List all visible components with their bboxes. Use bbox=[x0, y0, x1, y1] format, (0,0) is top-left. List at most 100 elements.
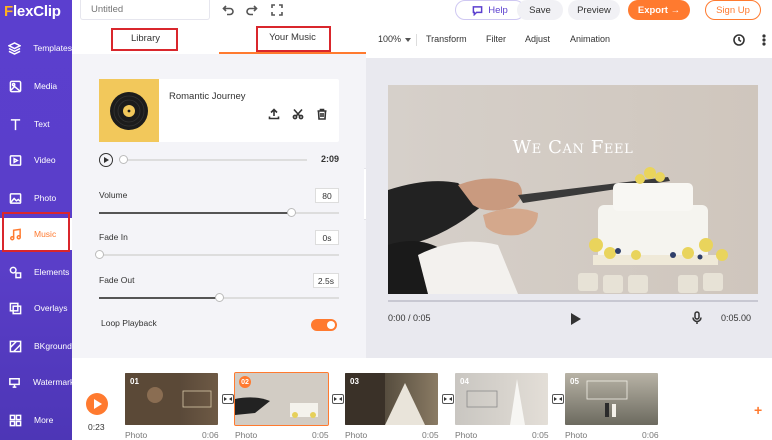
sidebar-item-templates[interactable]: Templates bbox=[0, 32, 72, 64]
tab-library[interactable]: Library bbox=[72, 22, 219, 54]
wedding-cake-photo bbox=[388, 85, 758, 294]
fade-in-label: Fade In bbox=[99, 232, 128, 242]
sidebar-item-video[interactable]: Video bbox=[0, 144, 72, 176]
video-caption-text[interactable]: We Can Feel bbox=[388, 137, 758, 158]
preview-button[interactable]: Preview bbox=[568, 0, 620, 20]
track-progress-bar[interactable] bbox=[121, 159, 307, 161]
clip-duration: 0:05 bbox=[422, 430, 439, 440]
transition-button[interactable] bbox=[222, 394, 234, 404]
fade-out-label: Fade Out bbox=[99, 275, 135, 285]
clip-number: 03 bbox=[350, 377, 359, 386]
fade-in-slider-handle[interactable] bbox=[95, 250, 104, 259]
music-track-card[interactable]: Romantic Journey bbox=[99, 79, 339, 142]
more-icon bbox=[8, 413, 22, 427]
tab-library-label: Library bbox=[130, 32, 161, 44]
trash-icon[interactable] bbox=[315, 107, 329, 121]
fullscreen-icon[interactable] bbox=[269, 2, 285, 18]
video-duration: 0:05.00 bbox=[721, 313, 752, 323]
sidebar-item-photo[interactable]: Photo bbox=[0, 182, 72, 214]
sidebar-item-label: Photo bbox=[34, 193, 57, 203]
clip-number: 04 bbox=[460, 377, 469, 386]
sign-up-button[interactable]: Sign Up bbox=[705, 0, 761, 20]
undo-icon[interactable] bbox=[220, 2, 236, 18]
video-play-button[interactable] bbox=[569, 313, 581, 325]
transition-button[interactable] bbox=[442, 394, 454, 404]
sidebar-item-label: Music bbox=[34, 229, 57, 239]
help-label: Help bbox=[488, 4, 508, 16]
scene-clip-05[interactable]: 05 bbox=[565, 373, 658, 425]
fade-out-slider-fill bbox=[99, 297, 219, 299]
sidebar-item-media[interactable]: Media bbox=[0, 70, 72, 102]
sidebar-item-label: Templates bbox=[33, 43, 72, 53]
export-button[interactable]: Export → bbox=[628, 0, 690, 20]
fade-in-value[interactable]: 0s bbox=[315, 230, 339, 245]
redo-icon[interactable] bbox=[244, 2, 260, 18]
project-title-input[interactable] bbox=[80, 0, 210, 20]
sidebar-item-watermark[interactable]: Watermark bbox=[0, 366, 75, 398]
transform-button[interactable]: Transform bbox=[426, 34, 467, 44]
sidebar-item-elements[interactable]: Elements bbox=[0, 256, 72, 288]
video-icon bbox=[8, 153, 22, 167]
volume-slider[interactable] bbox=[99, 208, 339, 217]
sidebar-item-label: BKground bbox=[34, 341, 72, 351]
sidebar-item-music[interactable]: Music bbox=[0, 218, 72, 250]
flexclip-logo[interactable]: FlexClip bbox=[4, 2, 61, 20]
fade-out-slider[interactable] bbox=[99, 293, 339, 302]
sign-up-label: Sign Up bbox=[716, 4, 750, 16]
more-options-icon[interactable] bbox=[758, 33, 772, 47]
volume-value[interactable]: 80 bbox=[315, 188, 339, 203]
sidebar-item-bkground[interactable]: BKground bbox=[0, 330, 72, 362]
volume-label: Volume bbox=[99, 190, 128, 200]
filter-button[interactable]: Filter bbox=[486, 34, 506, 44]
fade-out-slider-handle[interactable] bbox=[215, 293, 224, 302]
timeline-play-button[interactable] bbox=[86, 393, 108, 415]
video-time: 0:00 / 0:05 bbox=[388, 313, 431, 323]
sidebar-item-label: Watermark bbox=[33, 377, 75, 387]
loop-playback-toggle[interactable] bbox=[311, 319, 337, 331]
adjust-button[interactable]: Adjust bbox=[525, 34, 550, 44]
video-preview[interactable]: We Can Feel bbox=[388, 85, 758, 294]
clip-number: 01 bbox=[130, 377, 139, 386]
text-icon bbox=[8, 117, 22, 131]
animation-button[interactable]: Animation bbox=[570, 34, 610, 44]
upload-icon[interactable] bbox=[267, 107, 281, 121]
timeline-total-time: 0:23 bbox=[88, 422, 105, 432]
clip-type: Photo bbox=[235, 430, 258, 440]
clip-number: 05 bbox=[570, 377, 579, 386]
fade-in-slider[interactable] bbox=[95, 250, 339, 259]
timeline: 0:23 01 Photo 0:06 02 Photo 0:05 03 Phot… bbox=[72, 358, 772, 440]
transition-button[interactable] bbox=[332, 394, 344, 404]
scene-clip-04[interactable]: 04 bbox=[455, 373, 548, 425]
scene-clip-03[interactable]: 03 bbox=[345, 373, 438, 425]
scissors-icon[interactable] bbox=[291, 107, 305, 121]
help-button[interactable]: Help bbox=[455, 0, 525, 20]
fade-out-setting: Fade Out 2.5s bbox=[99, 273, 339, 305]
sidebar-item-overlays[interactable]: Overlays bbox=[0, 292, 72, 324]
logo-wordmark: lexClip bbox=[12, 2, 61, 20]
transition-button[interactable] bbox=[552, 394, 564, 404]
sidebar-item-text[interactable]: Text bbox=[0, 108, 72, 140]
preview-stage: We Can Feel 0:00 / 0:05 0:05.00 bbox=[366, 58, 772, 358]
fade-in-setting: Fade In 0s bbox=[95, 230, 339, 262]
loop-playback-label: Loop Playback bbox=[101, 318, 157, 328]
volume-slider-handle[interactable] bbox=[287, 208, 296, 217]
sidebar-item-more[interactable]: More bbox=[0, 404, 72, 436]
track-progress-handle[interactable] bbox=[119, 155, 128, 164]
volume-slider-fill bbox=[99, 212, 291, 214]
preview-label: Preview bbox=[577, 4, 611, 16]
sidebar-item-label: More bbox=[34, 415, 54, 425]
zoom-dropdown[interactable]: 100% bbox=[378, 34, 411, 44]
save-button[interactable]: Save bbox=[517, 0, 563, 20]
track-play-button[interactable] bbox=[99, 153, 113, 167]
scene-clip-01[interactable]: 01 bbox=[125, 373, 218, 425]
editor-toolbar: 100% Transform Filter Adjust Animation bbox=[366, 22, 772, 58]
fade-out-value[interactable]: 2.5s bbox=[312, 273, 339, 288]
watermark-icon bbox=[8, 375, 21, 389]
video-scrubber[interactable] bbox=[388, 300, 758, 302]
scene-clip-02[interactable]: 02 bbox=[234, 372, 329, 426]
microphone-icon[interactable] bbox=[691, 311, 703, 325]
tab-your-music[interactable]: Your Music bbox=[219, 22, 366, 54]
music-panel: Library Your Music Romantic Journey 2:09… bbox=[72, 22, 366, 358]
add-scene-button[interactable]: + bbox=[754, 402, 762, 418]
clock-icon[interactable] bbox=[733, 33, 747, 47]
